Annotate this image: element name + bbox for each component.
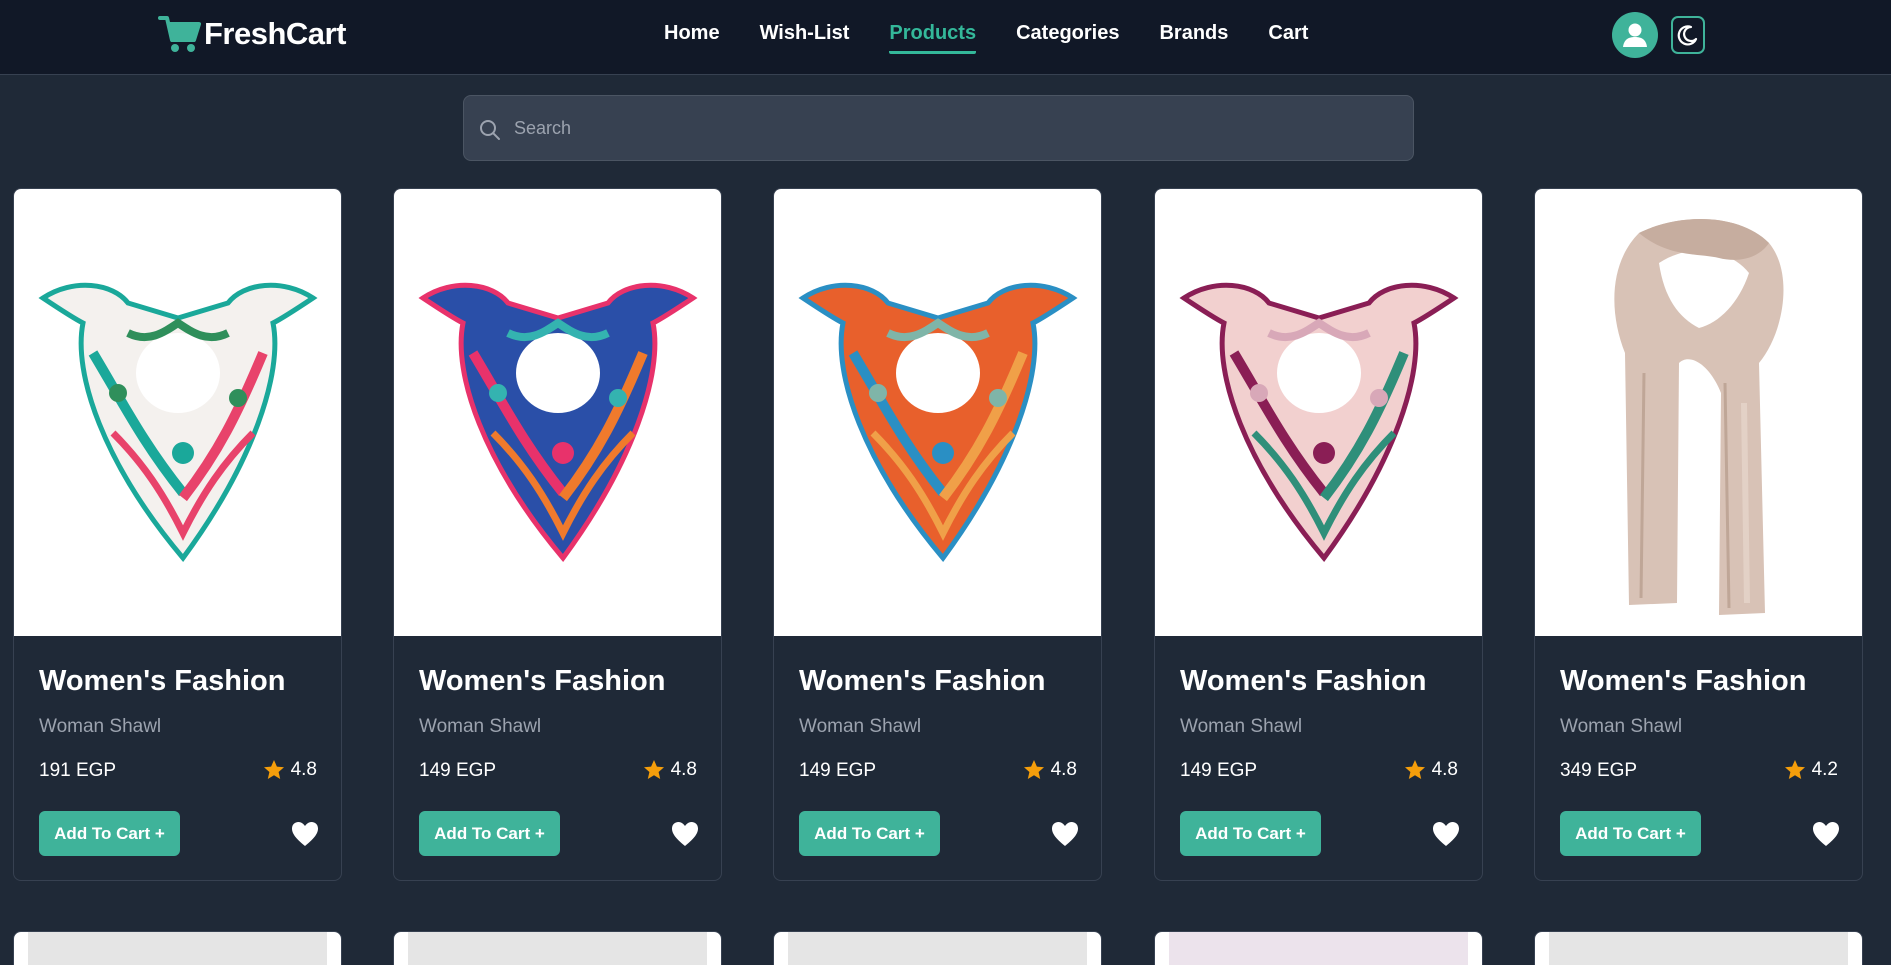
user-icon: [1623, 23, 1647, 47]
product-card[interactable]: Women's Fashion Woman Shawl 191 EGP 4.8 …: [13, 188, 342, 881]
star-icon: [263, 760, 284, 779]
rating-value: 4.8: [290, 759, 317, 780]
navbar: FreshCart Home Wish-List Products Catego…: [0, 0, 1891, 75]
search-input[interactable]: [514, 96, 1394, 160]
add-to-cart-button[interactable]: Add To Cart +: [419, 811, 560, 856]
product-price: 191 EGP: [39, 760, 117, 781]
product-image: [1549, 932, 1848, 965]
moon-icon: [1677, 25, 1698, 46]
product-category: Women's Fashion: [1560, 665, 1807, 697]
product-card[interactable]: Women's Fashion Woman Shawl 149 EGP 4.8 …: [1154, 188, 1483, 881]
star-icon: [1023, 760, 1044, 779]
scarf-image: [797, 282, 1078, 562]
product-image[interactable]: [14, 189, 341, 636]
product-category: Women's Fashion: [419, 665, 666, 697]
product-rating: 4.8: [262, 758, 317, 782]
product-category: Women's Fashion: [39, 665, 286, 697]
scarf-image: [417, 282, 698, 562]
product-name: Woman Shawl: [1180, 716, 1303, 737]
shawl-image: [1613, 218, 1783, 615]
logo[interactable]: FreshCart: [158, 14, 346, 54]
heart-icon[interactable]: [1812, 821, 1840, 847]
product-rating: 4.8: [1022, 758, 1077, 782]
heart-icon[interactable]: [1051, 821, 1079, 847]
product-card-partial[interactable]: [13, 931, 342, 965]
product-rating: 4.2: [1783, 758, 1838, 782]
heart-icon[interactable]: [671, 821, 699, 847]
product-rating: 4.8: [642, 758, 697, 782]
star-icon: [1404, 760, 1425, 779]
product-price: 349 EGP: [1560, 760, 1638, 781]
add-to-cart-button[interactable]: Add To Cart +: [1180, 811, 1321, 856]
product-image: [1169, 932, 1468, 965]
star-icon: [643, 760, 664, 779]
scarf-image: [37, 282, 318, 562]
nav-brands[interactable]: Brands: [1159, 22, 1228, 54]
product-category: Women's Fashion: [1180, 665, 1427, 697]
product-image[interactable]: [394, 189, 721, 636]
user-account-button[interactable]: [1612, 12, 1658, 58]
nav-products[interactable]: Products: [889, 22, 977, 54]
product-name: Woman Shawl: [799, 716, 922, 737]
product-image[interactable]: [1535, 189, 1862, 636]
search-bar: [463, 95, 1414, 161]
nav-home[interactable]: Home: [664, 22, 720, 54]
nav-wish-list[interactable]: Wish-List: [760, 22, 850, 54]
theme-toggle-button[interactable]: [1671, 16, 1705, 54]
nav-categories[interactable]: Categories: [1016, 22, 1119, 54]
product-category: Women's Fashion: [799, 665, 1046, 697]
add-to-cart-button[interactable]: Add To Cart +: [39, 811, 180, 856]
product-price: 149 EGP: [419, 760, 497, 781]
product-image: [408, 932, 707, 965]
heart-icon[interactable]: [291, 821, 319, 847]
product-price: 149 EGP: [1180, 760, 1258, 781]
product-rating: 4.8: [1403, 758, 1458, 782]
nav-cart[interactable]: Cart: [1268, 22, 1308, 54]
product-card-partial[interactable]: [1534, 931, 1863, 965]
product-price: 149 EGP: [799, 760, 877, 781]
rating-value: 4.8: [1431, 759, 1458, 780]
rating-value: 4.2: [1811, 759, 1838, 780]
logo-text: FreshCart: [204, 16, 346, 51]
product-card-partial[interactable]: [1154, 931, 1483, 965]
star-icon: [1784, 760, 1805, 779]
product-image: [28, 932, 327, 965]
rating-value: 4.8: [670, 759, 697, 780]
cart-icon: [158, 16, 201, 52]
product-name: Woman Shawl: [419, 716, 542, 737]
rating-value: 4.8: [1050, 759, 1077, 780]
product-image: [788, 932, 1087, 965]
product-image[interactable]: [774, 189, 1101, 636]
product-name: Woman Shawl: [39, 716, 162, 737]
nav-links: Home Wish-List Products Categories Brand…: [664, 22, 1348, 54]
product-card-partial[interactable]: [393, 931, 722, 965]
product-card-partial[interactable]: [773, 931, 1102, 965]
product-image[interactable]: [1155, 189, 1482, 636]
search-icon: [480, 120, 500, 140]
product-card[interactable]: Women's Fashion Woman Shawl 149 EGP 4.8 …: [393, 188, 722, 881]
product-name: Woman Shawl: [1560, 716, 1683, 737]
product-card[interactable]: Women's Fashion Woman Shawl 349 EGP 4.2 …: [1534, 188, 1863, 881]
add-to-cart-button[interactable]: Add To Cart +: [1560, 811, 1701, 856]
heart-icon[interactable]: [1432, 821, 1460, 847]
scarf-image: [1178, 282, 1459, 562]
product-card[interactable]: Women's Fashion Woman Shawl 149 EGP 4.8 …: [773, 188, 1102, 881]
add-to-cart-button[interactable]: Add To Cart +: [799, 811, 940, 856]
